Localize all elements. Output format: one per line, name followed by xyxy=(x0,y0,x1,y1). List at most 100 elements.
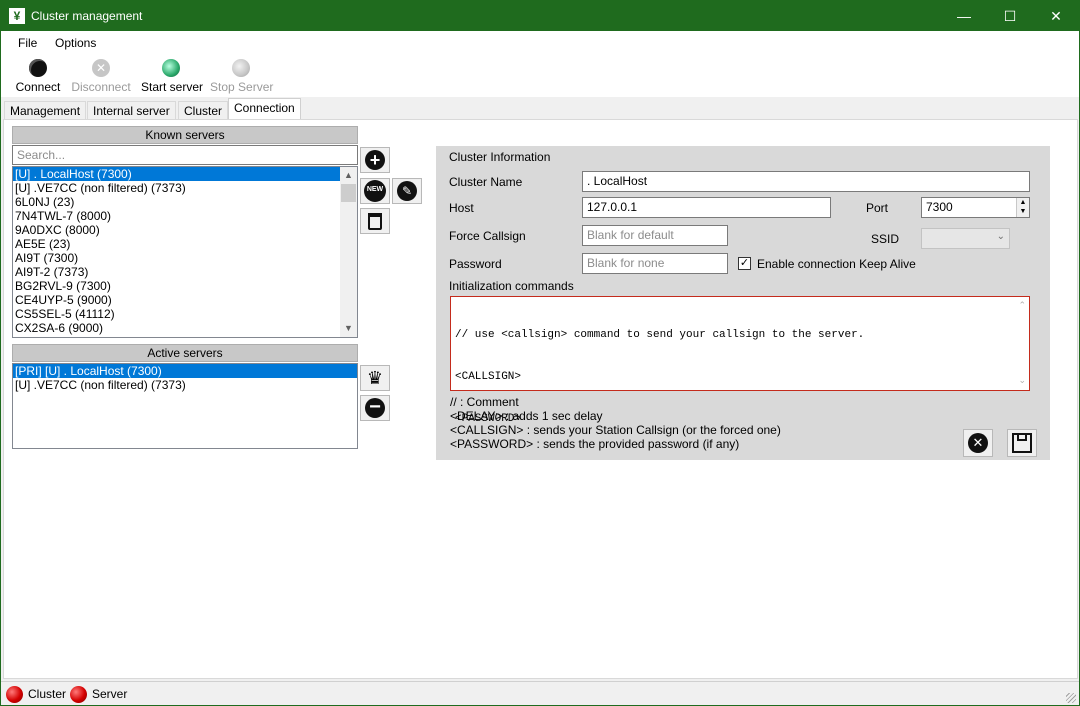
active-servers-header: Active servers xyxy=(12,344,358,362)
save-button[interactable] xyxy=(1007,429,1037,457)
scroll-down-icon[interactable]: ▼ xyxy=(340,320,357,337)
keepalive-checkbox[interactable]: ✓ xyxy=(738,257,751,270)
menu-options[interactable]: Options xyxy=(55,36,96,50)
set-primary-button[interactable]: ♛ xyxy=(360,365,390,391)
port-spinbox[interactable]: 7300 ▲ ▼ xyxy=(921,197,1030,218)
close-window-button[interactable]: ✕ xyxy=(1033,1,1079,31)
textarea-scroll-up-icon[interactable]: ⌃ xyxy=(1018,299,1026,313)
cluster-status-label: Cluster xyxy=(28,687,67,701)
chevron-down-icon: ⌄ xyxy=(996,231,1005,242)
app-icon: ¥ xyxy=(9,8,25,24)
known-server-item[interactable]: CX2SA-6 (9000) xyxy=(13,321,357,335)
resize-grip-icon[interactable] xyxy=(1066,693,1076,703)
crown-icon: ♛ xyxy=(366,368,384,388)
minus-icon: − xyxy=(365,397,385,418)
tab-strip: Management Internal server Cluster Conne… xyxy=(1,97,1079,120)
help-password: <PASSWORD> : sends the provided password… xyxy=(450,437,740,451)
scroll-up-icon[interactable]: ▲ xyxy=(340,167,357,184)
scroll-thumb[interactable] xyxy=(341,184,356,202)
help-callsign: <CALLSIGN> : sends your Station Callsign… xyxy=(450,423,781,437)
known-servers-items: [U] . LocalHost (7300) [U] .VE7CC (non fi… xyxy=(13,167,357,335)
remove-active-button[interactable]: − xyxy=(360,395,390,421)
known-server-item[interactable]: CE4UYP-5 (9000) xyxy=(13,293,357,307)
known-server-item[interactable]: AE5E (23) xyxy=(13,237,357,251)
port-value: 7300 xyxy=(926,200,953,214)
start-server-icon xyxy=(162,59,180,77)
connect-button[interactable]: Connect xyxy=(14,59,62,97)
known-server-item[interactable]: AI9T-2 (7373) xyxy=(13,265,357,279)
host-input[interactable]: 127.0.0.1 xyxy=(582,197,831,218)
known-server-item[interactable]: [U] .VE7CC (non filtered) (7373) xyxy=(13,181,357,195)
known-server-item[interactable]: CS5SEL-5 (41112) xyxy=(13,307,357,321)
tab-management[interactable]: Management xyxy=(4,101,87,120)
active-server-item[interactable]: [U] .VE7CC (non filtered) (7373) xyxy=(13,378,357,392)
new-badge-icon: NEW xyxy=(364,180,386,202)
stop-server-icon xyxy=(232,59,250,77)
menu-file[interactable]: File xyxy=(18,36,37,50)
toolbar: Connect ✕ Disconnect Start server Stop S… xyxy=(1,55,1079,97)
cancel-icon: ✕ xyxy=(968,433,988,453)
init-line: <CALLSIGN> xyxy=(455,371,522,383)
known-server-item[interactable]: AI9T (7300) xyxy=(13,251,357,265)
help-comment: // : Comment xyxy=(450,395,519,409)
password-label: Password xyxy=(449,257,502,271)
textarea-scroll-down-icon[interactable]: ⌄ xyxy=(1018,374,1026,388)
help-delay: <DELAY> : adds 1 sec delay xyxy=(450,409,603,423)
force-callsign-input[interactable]: Blank for default xyxy=(582,225,728,246)
new-server-button[interactable]: NEW xyxy=(360,178,390,204)
pencil-icon: ✎ xyxy=(397,181,417,201)
stop-server-button[interactable]: Stop Server xyxy=(210,59,273,97)
active-servers-list[interactable]: [PRI] [U] . LocalHost (7300) [U] .VE7CC (… xyxy=(12,363,358,449)
known-servers-header: Known servers xyxy=(12,126,358,144)
menu-bar: File Options xyxy=(1,31,1079,55)
cluster-status-led-icon xyxy=(6,686,23,703)
add-server-button[interactable]: + xyxy=(360,147,390,173)
port-spinner[interactable]: ▲ ▼ xyxy=(1016,198,1029,217)
spin-up-icon[interactable]: ▲ xyxy=(1017,198,1029,207)
known-server-item[interactable]: 6L0NJ (23) xyxy=(13,195,357,209)
init-line: // use <callsign> command to send your c… xyxy=(455,329,865,341)
cluster-name-input[interactable]: . LocalHost xyxy=(582,171,1030,192)
known-server-item[interactable]: 7N4TWL-7 (8000) xyxy=(13,209,357,223)
trash-icon xyxy=(368,213,382,230)
floppy-disk-icon xyxy=(1012,433,1032,453)
init-commands-label: Initialization commands xyxy=(449,279,574,293)
connect-icon xyxy=(29,59,47,77)
maximize-button[interactable]: ☐ xyxy=(987,1,1033,31)
host-label: Host xyxy=(449,201,474,215)
server-status-led-icon xyxy=(70,686,87,703)
ssid-select[interactable]: ⌄ xyxy=(921,228,1010,249)
tab-cluster[interactable]: Cluster xyxy=(178,101,229,120)
known-server-item[interactable]: 9A0DXC (8000) xyxy=(13,223,357,237)
password-input[interactable]: Blank for none xyxy=(582,253,728,274)
known-server-item[interactable]: [U] . LocalHost (7300) xyxy=(13,167,357,181)
plus-icon: + xyxy=(365,150,385,170)
known-server-item[interactable]: BG2RVL-9 (7300) xyxy=(13,279,357,293)
known-servers-scrollbar[interactable]: ▲ ▼ xyxy=(340,167,357,337)
known-servers-list[interactable]: [U] . LocalHost (7300) [U] .VE7CC (non fi… xyxy=(12,166,358,338)
keepalive-label: Enable connection Keep Alive xyxy=(757,257,916,271)
start-server-button[interactable]: Start server xyxy=(141,59,203,97)
edit-server-button[interactable]: ✎ xyxy=(392,178,422,204)
delete-server-button[interactable] xyxy=(360,208,390,234)
server-status-label: Server xyxy=(92,687,128,701)
status-bar: Cluster Server xyxy=(1,681,1079,705)
spin-down-icon[interactable]: ▼ xyxy=(1017,207,1029,216)
cluster-name-label: Cluster Name xyxy=(449,175,523,189)
disconnect-icon: ✕ xyxy=(92,59,110,77)
disconnect-button[interactable]: ✕ Disconnect xyxy=(70,59,132,97)
tab-internal-server[interactable]: Internal server xyxy=(87,101,176,120)
cluster-info-title: Cluster Information xyxy=(449,150,551,164)
minimize-button[interactable]: — xyxy=(941,1,987,31)
init-commands-textarea[interactable]: // use <callsign> command to send your c… xyxy=(450,296,1030,425)
known-servers-search-input[interactable]: Search... xyxy=(12,145,358,165)
tab-connection[interactable]: Connection xyxy=(228,98,301,120)
active-server-item[interactable]: [PRI] [U] . LocalHost (7300) xyxy=(13,364,357,378)
port-label: Port xyxy=(866,201,889,215)
ssid-label: SSID xyxy=(871,232,900,246)
check-icon: ✓ xyxy=(739,257,750,269)
cancel-button[interactable]: ✕ xyxy=(963,429,993,457)
force-callsign-label: Force Callsign xyxy=(449,229,526,243)
window-title: Cluster management xyxy=(31,9,143,23)
main-window: ¥ Cluster management — ☐ ✕ File Options … xyxy=(0,0,1080,706)
